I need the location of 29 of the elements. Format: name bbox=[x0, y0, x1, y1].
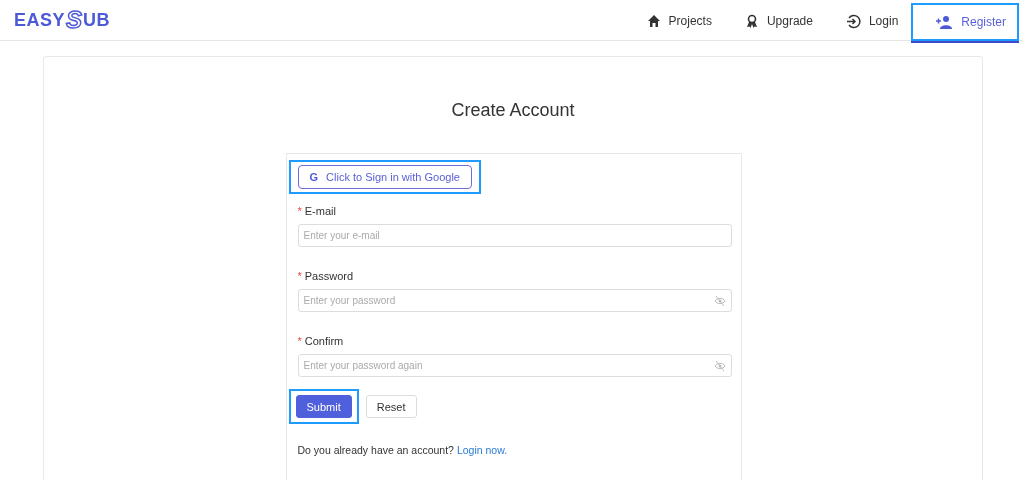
home-icon bbox=[646, 14, 661, 28]
field-label-text: Confirm bbox=[304, 335, 344, 347]
logo-text: UB bbox=[83, 9, 111, 31]
login-link[interactable]: Login now. bbox=[456, 444, 508, 456]
nav-link[interactable]: Login bbox=[825, 3, 912, 39]
field-label-text: Password bbox=[304, 270, 354, 282]
google-letter-icon: G bbox=[309, 171, 319, 183]
email-field[interactable]: Enter your e-mail bbox=[297, 224, 732, 247]
reset-button[interactable]: Reset bbox=[365, 395, 417, 418]
hidden-eye-icon[interactable] bbox=[713, 295, 726, 307]
nav-link[interactable]: Projects bbox=[626, 3, 725, 39]
logo-text: EASY bbox=[14, 9, 66, 31]
password-field[interactable]: Enter your password bbox=[297, 289, 732, 312]
required-mark: * bbox=[297, 205, 302, 217]
nav-link[interactable]: Upgrade bbox=[724, 3, 826, 39]
account-prompt: Do you already have an account? bbox=[297, 444, 454, 456]
page-title: Create Account bbox=[451, 100, 575, 121]
hidden-eye-icon[interactable] bbox=[713, 360, 726, 372]
submit-button[interactable]: Submit bbox=[295, 395, 352, 418]
password-field[interactable]: Enter your password again bbox=[297, 354, 732, 377]
add-user-icon bbox=[935, 15, 954, 29]
logo-letter: S bbox=[66, 8, 83, 32]
award-icon bbox=[744, 13, 759, 29]
login-icon bbox=[845, 13, 861, 29]
required-mark: * bbox=[297, 335, 302, 347]
nav-link[interactable]: Register bbox=[911, 3, 1019, 41]
field-label-text: E-mail bbox=[304, 205, 336, 217]
required-mark: * bbox=[297, 270, 302, 282]
google-sign-in-button[interactable]: G Click to Sign in with Google bbox=[297, 165, 472, 189]
